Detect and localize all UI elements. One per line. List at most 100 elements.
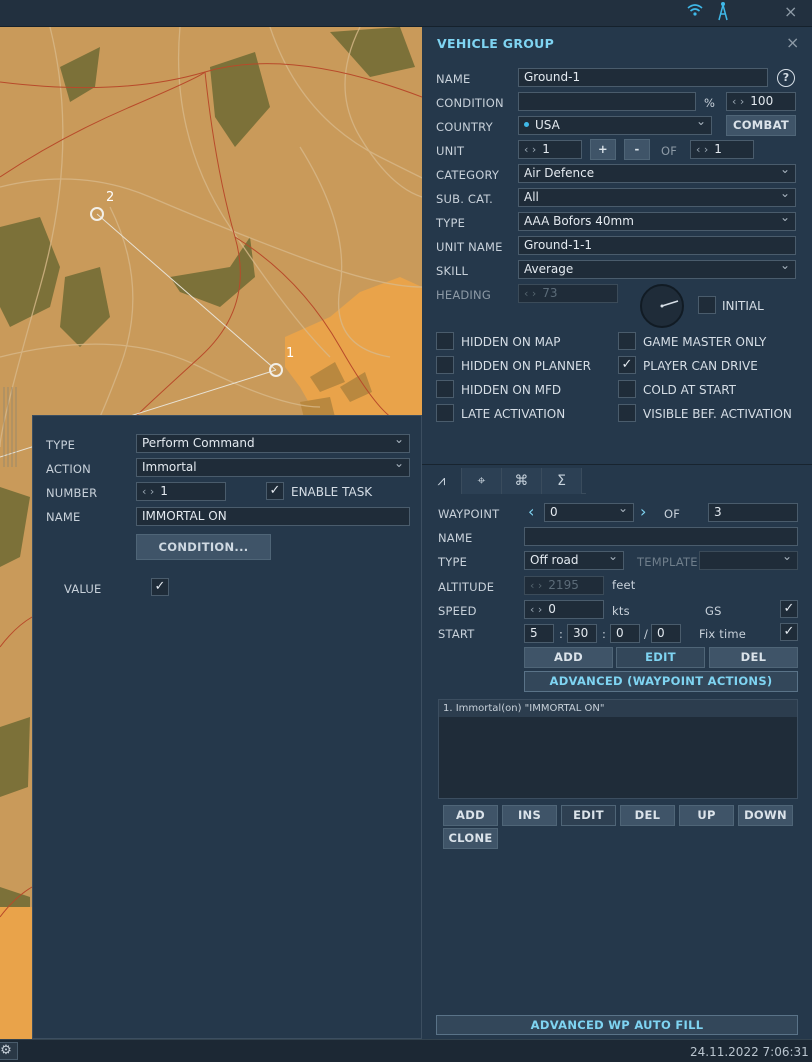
task-name-input[interactable]: IMMORTAL ON	[136, 507, 410, 526]
time-sep-3: /	[644, 627, 649, 641]
waypoint-2-label[interactable]: 2	[106, 190, 114, 205]
start-minute-input[interactable]: 0	[610, 624, 640, 643]
waypoint-1-label[interactable]: 1	[286, 346, 294, 361]
enable-task-checkbox[interactable]: ✓	[266, 482, 284, 500]
close-icon[interactable]: ×	[786, 33, 799, 52]
speed-label: SPEED	[438, 604, 477, 618]
percent-label: %	[704, 96, 716, 110]
template-label: TEMPLATE	[637, 555, 698, 569]
prev-waypoint-icon[interactable]: ‹	[528, 502, 534, 521]
subcat-select[interactable]: All	[518, 188, 796, 207]
altitude-value: 2195	[548, 578, 579, 592]
action-del-button[interactable]: DEL	[620, 805, 675, 826]
condition-button[interactable]: CONDITION...	[136, 534, 271, 560]
altitude-label: ALTITUDE	[438, 580, 495, 594]
initial-label: INITIAL	[722, 299, 764, 313]
start-second-input[interactable]: 0	[651, 624, 681, 643]
country-label: COUNTRY	[436, 120, 493, 134]
settings-gear-icon[interactable]: ⚙	[0, 1042, 18, 1060]
combat-button[interactable]: COMBAT	[726, 115, 796, 136]
category-label: CATEGORY	[436, 168, 500, 182]
category-select[interactable]: Air Defence	[518, 164, 796, 183]
wp-name-input[interactable]	[524, 527, 798, 546]
visible-before-activation-checkbox[interactable]	[618, 404, 636, 422]
task-type-select[interactable]: Perform Command	[136, 434, 410, 453]
altitude-stepper[interactable]: ‹ › 2195	[524, 576, 604, 595]
hidden-on-map-label: HIDDEN ON MAP	[461, 335, 561, 349]
skill-label: SKILL	[436, 264, 469, 278]
help-button[interactable]: ?	[777, 69, 795, 87]
name-label: NAME	[436, 72, 471, 86]
game-master-only-checkbox[interactable]	[618, 332, 636, 350]
visible-before-activation-label: VISIBLE BEF. ACTIVATION	[643, 407, 792, 421]
start-day-input[interactable]: 5	[524, 624, 554, 643]
country-value: USA	[535, 118, 560, 132]
action-clone-button[interactable]: CLONE	[443, 828, 498, 849]
fix-time-checkbox[interactable]: ✓	[780, 623, 798, 641]
command-icon[interactable]: ⌘	[502, 468, 542, 494]
status-bar: ⚙ 24.11.2022 7:06:31	[0, 1039, 812, 1062]
condition-input[interactable]	[518, 92, 696, 111]
unit-name-input[interactable]: Ground-1-1	[518, 236, 796, 255]
waypoint-of-label: OF	[664, 507, 681, 521]
actions-list-item[interactable]: 1. Immortal(on) "IMMORTAL ON"	[439, 700, 797, 717]
name-input[interactable]: Ground-1	[518, 68, 768, 87]
initial-checkbox[interactable]	[698, 296, 716, 314]
add-unit-button[interactable]: +	[590, 139, 616, 160]
hidden-on-mfd-checkbox[interactable]	[436, 380, 454, 398]
target-icon[interactable]: ⌖	[462, 468, 502, 494]
wp-add-button[interactable]: ADD	[524, 647, 613, 668]
actions-list[interactable]: 1. Immortal(on) "IMMORTAL ON"	[438, 699, 798, 799]
hidden-on-mfd-label: HIDDEN ON MFD	[461, 383, 562, 397]
game-master-only-label: GAME MASTER ONLY	[643, 335, 767, 349]
wifi-icon	[687, 3, 703, 21]
template-select[interactable]	[699, 551, 798, 570]
start-hour-input[interactable]: 30	[567, 624, 597, 643]
value-label: VALUE	[64, 582, 102, 596]
skill-select[interactable]: Average	[518, 260, 796, 279]
close-icon[interactable]: ×	[784, 2, 797, 21]
value-checkbox[interactable]: ✓	[151, 578, 169, 596]
advanced-waypoint-actions-button[interactable]: ADVANCED (WAYPOINT ACTIONS)	[524, 671, 798, 692]
action-select[interactable]: Immortal	[136, 458, 410, 477]
wp-edit-button[interactable]: EDIT	[616, 647, 705, 668]
action-add-button[interactable]: ADD	[443, 805, 498, 826]
sum-icon[interactable]: Σ	[542, 468, 582, 494]
route-icon[interactable]: ⩘	[422, 468, 462, 494]
action-edit-button[interactable]: EDIT	[561, 805, 616, 826]
wp-type-select[interactable]: Off road	[524, 551, 624, 570]
heading-dial[interactable]	[640, 284, 684, 328]
player-can-drive-checkbox[interactable]: ✓	[618, 356, 636, 374]
late-activation-checkbox[interactable]	[436, 404, 454, 422]
cold-at-start-checkbox[interactable]	[618, 380, 636, 398]
heading-stepper[interactable]: ‹ › 73	[518, 284, 618, 303]
wp-del-button[interactable]: DEL	[709, 647, 798, 668]
probability-stepper[interactable]: ‹ › 100	[726, 92, 796, 111]
action-ins-button[interactable]: INS	[502, 805, 557, 826]
hidden-on-map-checkbox[interactable]	[436, 332, 454, 350]
next-waypoint-icon[interactable]: ›	[640, 502, 646, 521]
route-panel: ⩘ ⌖ ⌘ Σ WAYPOINT ‹ 0 › OF 3 NAME TYPE Of…	[422, 464, 812, 1039]
type-select[interactable]: AAA Bofors 40mm	[518, 212, 796, 231]
gs-checkbox[interactable]: ✓	[780, 600, 798, 618]
speed-stepper[interactable]: ‹ › 0	[524, 600, 604, 619]
datetime: 24.11.2022 7:06:31	[690, 1045, 809, 1059]
task-panel: TYPE Perform Command ACTION Immortal NUM…	[32, 415, 422, 1039]
of-label: OF	[661, 144, 678, 158]
waypoint-select[interactable]: 0	[544, 503, 634, 522]
task-type-label: TYPE	[46, 438, 76, 452]
subcat-label: SUB. CAT.	[436, 192, 494, 206]
action-down-button[interactable]: DOWN	[738, 805, 793, 826]
task-name-label: NAME	[46, 510, 81, 524]
wp-name-label: NAME	[438, 531, 473, 545]
player-can-drive-label: PLAYER CAN DRIVE	[643, 359, 758, 373]
advanced-wp-auto-fill-button[interactable]: ADVANCED WP AUTO FILL	[436, 1015, 798, 1035]
unit-stepper[interactable]: ‹ › 1	[518, 140, 582, 159]
remove-unit-button[interactable]: -	[624, 139, 650, 160]
heading-label: HEADING	[436, 288, 491, 302]
number-stepper[interactable]: ‹ › 1	[136, 482, 226, 501]
country-select[interactable]: USA	[518, 116, 712, 135]
unit-total-stepper[interactable]: ‹ › 1	[690, 140, 754, 159]
hidden-on-planner-checkbox[interactable]	[436, 356, 454, 374]
action-up-button[interactable]: UP	[679, 805, 734, 826]
